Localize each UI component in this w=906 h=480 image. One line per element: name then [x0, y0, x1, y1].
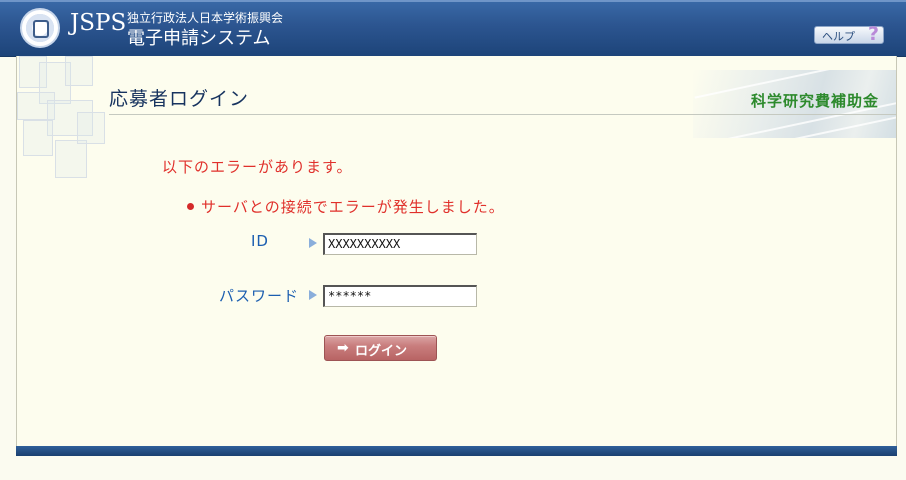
- question-mark-icon: ?: [867, 23, 879, 45]
- decorative-squares: [17, 56, 109, 178]
- category-label: 科学研究費補助金: [751, 92, 880, 110]
- login-button-label: ログイン: [355, 344, 408, 359]
- password-input[interactable]: ******: [323, 285, 477, 307]
- help-button[interactable]: ヘルプ ?: [814, 23, 884, 45]
- id-input[interactable]: XXXXXXXXXX: [323, 233, 477, 255]
- seal-emblem-icon: [33, 20, 49, 38]
- header-highlight-line: [0, 0, 906, 2]
- jsps-seal-logo: [20, 8, 60, 48]
- category-banner: 科学研究費補助金: [693, 70, 896, 138]
- footer-bar: [16, 446, 897, 456]
- login-button[interactable]: ➡ ログイン: [324, 335, 437, 361]
- title-divider: [109, 114, 896, 115]
- id-label: ID: [251, 232, 269, 250]
- app-header: JSPS 独立行政法人日本学術振興会 電子申請システム ヘルプ ?: [0, 0, 906, 57]
- system-name: 電子申請システム: [127, 28, 271, 49]
- page-title: 応募者ログイン: [109, 88, 250, 110]
- id-arrow-icon: [309, 238, 317, 248]
- password-arrow-icon: [309, 290, 317, 300]
- brand-name: JSPS: [70, 10, 127, 36]
- error-heading: 以下のエラーがあります。: [162, 158, 353, 176]
- main-panel: 科学研究費補助金 応募者ログイン 以下のエラーがあります。 サーバとの接続でエラ…: [16, 56, 897, 446]
- help-button-label: ヘルプ: [822, 30, 855, 43]
- error-message: サーバとの接続でエラーが発生しました。: [201, 198, 505, 216]
- password-label: パスワード: [219, 287, 300, 305]
- arrow-right-icon: ➡: [337, 340, 349, 356]
- error-bullet-icon: [187, 203, 194, 210]
